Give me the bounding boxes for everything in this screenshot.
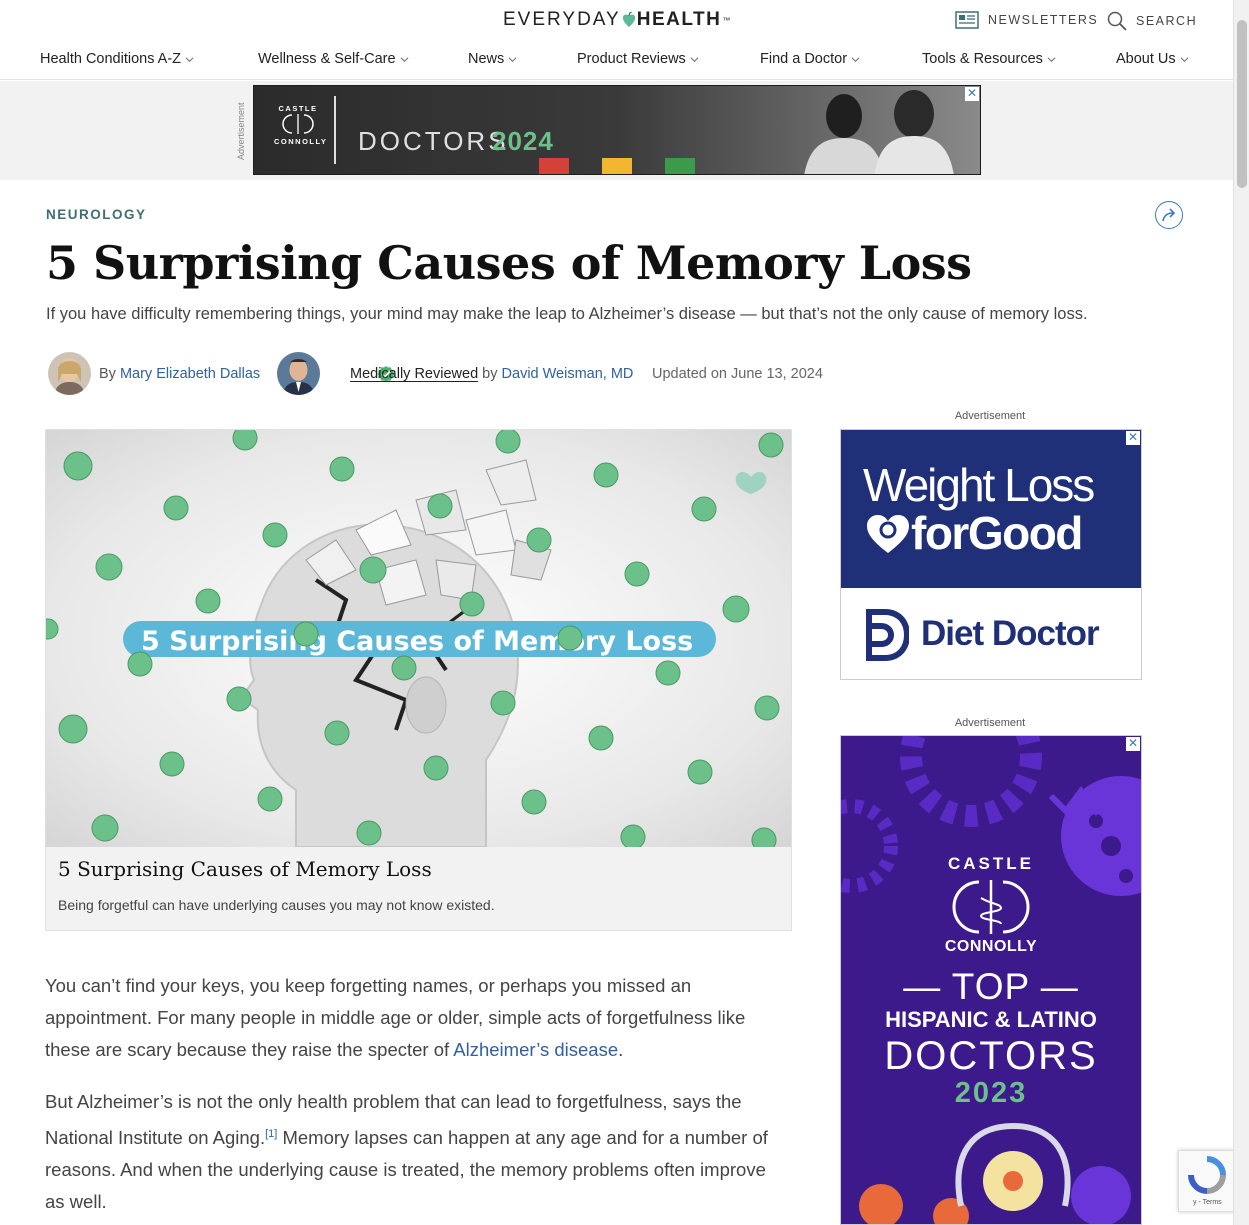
diet-doctor-ad[interactable]: Weight Loss forGood Diet Doctor ✕ — [840, 429, 1142, 680]
ad-side-label: Advertisement — [236, 102, 246, 160]
search-label: SEARCH — [1136, 14, 1198, 28]
updated-date: Updated on June 13, 2024 — [652, 366, 823, 382]
nav-product-reviews[interactable]: Product Reviews — [577, 51, 699, 67]
nav-about-us[interactable]: About Us — [1116, 51, 1189, 67]
top-ad-band: Advertisement CASTLE CONNOLLY DOCTORS 20… — [0, 81, 1233, 180]
ad-close-icon[interactable]: ✕ — [965, 87, 979, 101]
ad-label: Advertisement — [954, 410, 1026, 422]
video-overlay-text: 5 Surprising Causes of Memory Loss — [141, 626, 693, 657]
medically-reviewed-link[interactable]: Medically Reviewed — [350, 366, 478, 382]
ad-headline-2: forGood — [911, 507, 1083, 559]
caduceus-icon — [952, 880, 1030, 934]
share-button[interactable] — [1155, 201, 1183, 229]
ad-label: Advertisement — [954, 717, 1026, 729]
ad-close-icon[interactable]: ✕ — [1126, 737, 1140, 751]
heart-icon — [867, 515, 909, 553]
chevron-down-icon — [690, 56, 699, 62]
castle-connolly-banner-ad[interactable]: CASTLE CONNOLLY DOCTORS 2024 ✕ — [253, 85, 981, 175]
video-caption-description: Being forgetful can have underlying caus… — [58, 897, 495, 913]
nav-health-conditions[interactable]: Health Conditions A-Z — [40, 51, 194, 67]
article-paragraph-1: You can’t find your keys, you keep forge… — [45, 975, 746, 1060]
nav-wellness[interactable]: Wellness & Self-Care — [258, 51, 409, 67]
newsletters-link[interactable]: NEWSLETTERS — [955, 11, 1098, 29]
ad-photo — [804, 90, 954, 174]
site-logo[interactable]: EVERYDAY HEALTH ™ — [503, 9, 732, 31]
main-nav: Health Conditions A-Z Wellness & Self-Ca… — [0, 51, 1233, 71]
ad-top-text: — TOP — — [903, 966, 1079, 1007]
scrollbar-thumb[interactable] — [1237, 20, 1247, 188]
citation-link[interactable]: [1] — [265, 1128, 277, 1140]
recaptcha-icon — [1188, 1156, 1226, 1194]
article-paragraph-2: But Alzheimer’s is not the only health p… — [45, 1091, 768, 1213]
ad-doctors-text: DOCTORS — [358, 126, 509, 156]
chevron-down-icon — [400, 56, 409, 62]
logo-part-1: EVERYDAY — [503, 9, 621, 30]
newsletters-label: NEWSLETTERS — [988, 13, 1099, 27]
ad-year-text: 2023 — [954, 1077, 1028, 1109]
diet-doctor-logo-icon — [866, 609, 909, 661]
chevron-down-icon — [185, 56, 194, 62]
ad-close-icon[interactable]: ✕ — [1126, 431, 1140, 445]
video-thumbnail[interactable]: 5 Surprising Causes of Memory Loss — [46, 430, 791, 847]
chevron-down-icon — [851, 56, 860, 62]
ad-headline-1: Weight Loss — [863, 459, 1095, 511]
chevron-down-icon — [508, 56, 517, 62]
site-header: EVERYDAY HEALTH ™ NEWSLETTERS SEARCH Hea… — [0, 0, 1233, 80]
page-scrollbar[interactable] — [1233, 0, 1249, 1225]
ad-year-text: 2024 — [492, 126, 554, 156]
author-link[interactable]: Mary Elizabeth Dallas — [120, 366, 260, 382]
search-icon — [1107, 11, 1127, 31]
recaptcha-badge[interactable]: y - Terms — [1178, 1150, 1234, 1212]
newsletter-icon — [955, 11, 979, 29]
video-caption-title: 5 Surprising Causes of Memory Loss — [58, 857, 432, 881]
ad-hispanic-latino-text: HISPANIC & LATINO — [885, 1007, 1097, 1032]
logo-part-2: HEALTH — [636, 9, 722, 30]
ad-brand-castle: CASTLE — [948, 854, 1034, 873]
castle-connolly-logo: CASTLE CONNOLLY — [274, 104, 328, 146]
nav-find-doctor[interactable]: Find a Doctor — [760, 51, 860, 67]
nav-news[interactable]: News — [468, 51, 517, 67]
author-avatar[interactable] — [48, 352, 91, 395]
diet-doctor-name: Diet Doctor — [921, 614, 1100, 653]
search-button[interactable]: SEARCH — [1107, 11, 1197, 31]
nav-tools-resources[interactable]: Tools & Resources — [922, 51, 1056, 67]
memory-loss-illustration: 5 Surprising Causes of Memory Loss — [46, 430, 784, 847]
chevron-down-icon — [1180, 56, 1189, 62]
article-subtitle: If you have difficulty remembering thing… — [46, 305, 1088, 323]
share-arrow-icon — [1162, 208, 1176, 222]
ad-brand-connolly: CONNOLLY — [944, 938, 1038, 955]
byline: By Mary Elizabeth Dallas Medically Revie… — [48, 352, 848, 396]
ad-doctors-text: DOCTORS — [884, 1034, 1098, 1078]
recaptcha-terms[interactable]: y - Terms — [1193, 1199, 1222, 1206]
article-title: 5 Surprising Causes of Memory Loss — [46, 236, 972, 290]
article-video[interactable]: 5 Surprising Causes of Memory Loss 5 Sur… — [45, 429, 792, 931]
alzheimers-link[interactable]: Alzheimer’s disease — [453, 1039, 618, 1060]
reviewer-link[interactable]: David Weisman, MD — [502, 366, 634, 382]
apple-heart-icon — [622, 12, 635, 27]
reviewer-avatar[interactable] — [277, 352, 320, 395]
article-category[interactable]: NEUROLOGY — [46, 207, 147, 222]
caduceus-icon — [282, 114, 314, 134]
castle-connolly-side-ad[interactable]: CASTLE CONNOLLY — TOP — HISPANIC & LATIN… — [840, 735, 1142, 1225]
chevron-down-icon — [1047, 56, 1056, 62]
